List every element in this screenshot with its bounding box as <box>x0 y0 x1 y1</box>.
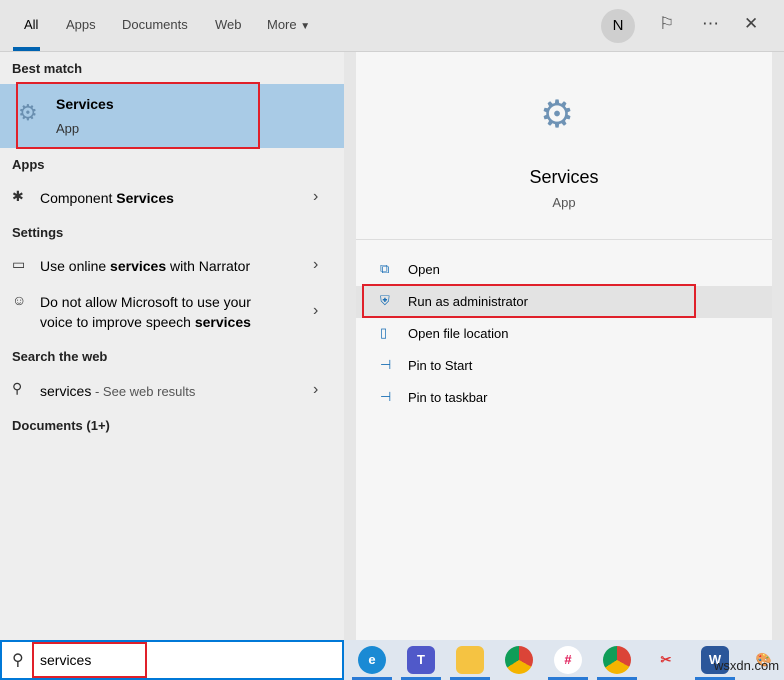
snip-sketch-icon[interactable]: ✂ <box>652 646 680 674</box>
caret-down-icon: ▼ <box>300 21 311 32</box>
label-pre: voice to improve speech <box>40 314 195 330</box>
result-speech-setting[interactable]: ☺ Do not allow Microsoft to use your voic… <box>0 292 344 336</box>
tab-web[interactable]: Web <box>215 17 242 32</box>
chrome-profile-icon[interactable] <box>603 646 631 674</box>
chevron-right-icon[interactable]: › <box>313 256 318 274</box>
label-pre: Use online <box>40 258 111 274</box>
pin-icon: ⊣ <box>380 389 392 404</box>
search-header: All Apps Documents Web More ▼ N ⚐ ⋯ ✕ <box>0 0 784 52</box>
documents-heading[interactable]: Documents (1+) <box>12 418 110 433</box>
chevron-right-icon[interactable]: › <box>313 302 318 320</box>
label-line1: Do not allow Microsoft to use your <box>40 294 251 310</box>
search-box[interactable]: ⚲ services <box>0 640 344 680</box>
label-match: services <box>110 258 167 274</box>
result-web-search[interactable]: ⚲ services - See web results › <box>0 379 344 405</box>
chevron-right-icon[interactable]: › <box>313 381 318 399</box>
annotation-box <box>16 82 260 149</box>
preview-panel: ⚙ Services App ⧉ Open ⛨ Run as administrat… <box>356 52 772 640</box>
best-match-heading: Best match <box>12 61 83 76</box>
chevron-right-icon[interactable]: › <box>313 188 318 206</box>
feedback-icon[interactable]: ⚐ <box>659 14 674 34</box>
file-explorer-icon[interactable] <box>456 646 484 674</box>
teams-icon[interactable]: T <box>407 646 435 674</box>
divider <box>356 239 772 240</box>
taskbar: e T # ✂ W 🎨 wsxdn.com <box>344 640 784 680</box>
action-open-file-location[interactable]: ▯ Open file location <box>356 318 772 350</box>
result-narrator-setting[interactable]: ▭ Use online services with Narrator › <box>0 254 344 280</box>
open-icon: ⧉ <box>380 261 390 276</box>
file-location-icon: ▯ <box>380 325 388 340</box>
action-pin-to-taskbar[interactable]: ⊣ Pin to taskbar <box>356 382 772 414</box>
avatar[interactable]: N <box>601 9 635 43</box>
action-open[interactable]: ⧉ Open <box>356 254 772 286</box>
pin-icon: ⊣ <box>380 357 392 372</box>
web-heading: Search the web <box>12 349 108 364</box>
tab-documents[interactable]: Documents <box>122 17 188 32</box>
speech-icon: ☺ <box>12 292 27 308</box>
tab-more[interactable]: More ▼ <box>267 17 310 32</box>
search-icon: ⚲ <box>12 652 24 669</box>
search-icon: ⚲ <box>12 380 23 396</box>
close-icon[interactable]: ✕ <box>744 14 758 34</box>
action-label: Open <box>408 262 440 277</box>
result-component-services[interactable]: ✱ Component Services › <box>0 186 344 212</box>
chrome-icon[interactable] <box>505 646 533 674</box>
active-tab-indicator <box>13 47 40 51</box>
web-query: services <box>40 383 92 399</box>
edge-icon[interactable]: e <box>358 646 386 674</box>
label-match: services <box>194 314 251 330</box>
tab-apps[interactable]: Apps <box>66 17 96 32</box>
services-large-icon: ⚙ <box>540 94 575 136</box>
watermark: wsxdn.com <box>714 658 780 673</box>
action-label: Pin to Start <box>408 358 473 373</box>
results-panel: Best match ⚙ Services App Apps ✱ Compone… <box>0 52 344 640</box>
annotation-box <box>362 284 696 318</box>
preview-title: Services <box>529 167 599 187</box>
tab-all[interactable]: All <box>24 17 38 32</box>
apps-heading: Apps <box>12 157 45 172</box>
narrator-icon: ▭ <box>12 256 26 272</box>
settings-heading: Settings <box>12 225 64 240</box>
action-label: Open file location <box>408 326 509 341</box>
action-label: Pin to taskbar <box>408 390 488 405</box>
web-suffix: - See web results <box>91 384 196 399</box>
slack-icon[interactable]: # <box>554 646 582 674</box>
component-services-icon: ✱ <box>12 188 24 204</box>
preview-subtitle: App <box>552 195 576 210</box>
tab-more-label: More <box>267 17 297 32</box>
annotation-box <box>32 642 147 678</box>
label-post: with Narrator <box>166 258 251 274</box>
more-options-icon[interactable]: ⋯ <box>702 14 719 34</box>
label-pre: Component <box>40 190 117 206</box>
action-pin-to-start[interactable]: ⊣ Pin to Start <box>356 350 772 382</box>
label-match: Services <box>116 190 174 206</box>
